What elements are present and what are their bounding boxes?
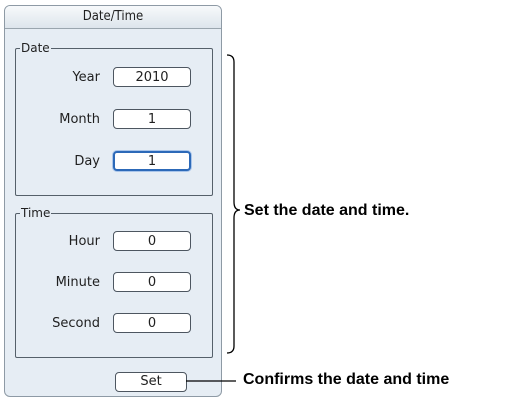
range-note: Set the date and time. (244, 202, 410, 219)
set-note: Confirms the date and time (243, 371, 450, 388)
range-brace (226, 54, 241, 354)
